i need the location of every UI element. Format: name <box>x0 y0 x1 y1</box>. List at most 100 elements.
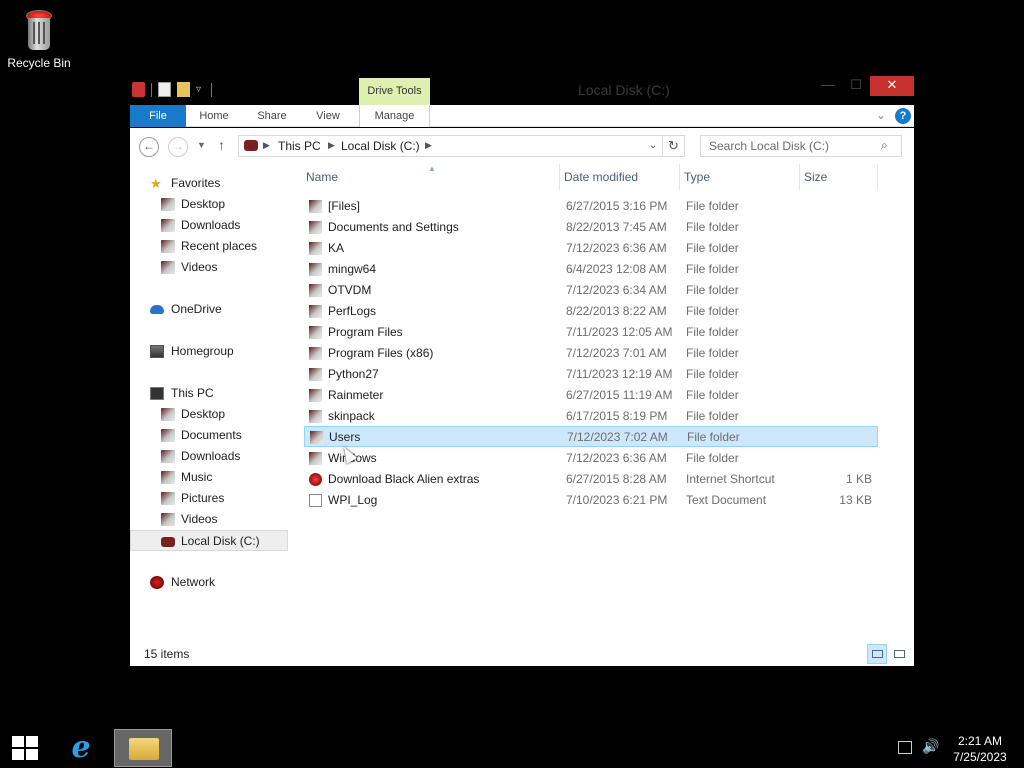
breadcrumb-separator-icon[interactable]: ▶ <box>425 140 432 151</box>
forward-button[interactable]: → <box>168 137 188 157</box>
computer-icon <box>150 387 164 400</box>
refresh-button[interactable]: ↻ <box>663 135 685 157</box>
nav-label: Videos <box>181 260 218 274</box>
tab-home[interactable]: Home <box>192 105 236 127</box>
file-row[interactable]: Download Black Alien extras 6/27/2015 8:… <box>304 469 878 490</box>
desktop-folder-icon <box>161 408 175 421</box>
file-row[interactable]: OTVDM 7/12/2023 6:34 AM File folder <box>304 280 878 301</box>
large-icons-view-button[interactable] <box>889 644 909 664</box>
file-type: Internet Shortcut <box>686 472 775 486</box>
maximize-button[interactable]: ☐ <box>842 76 870 96</box>
column-label: Name <box>306 170 339 184</box>
tab-file[interactable]: File <box>130 105 186 127</box>
nav-this-pc-desktop[interactable]: Desktop <box>130 404 288 425</box>
window-menu-icon[interactable] <box>132 82 145 97</box>
search-icon[interactable]: ⌕ <box>881 138 888 153</box>
item-count: 15 items <box>144 647 190 661</box>
close-button[interactable]: ✕ <box>870 76 914 96</box>
file-date: 6/27/2015 11:19 AM <box>566 388 673 402</box>
nav-this-pc-downloads[interactable]: Downloads <box>130 446 288 467</box>
file-name: KA <box>328 241 345 255</box>
address-dropdown-icon[interactable]: ⌄ <box>649 140 657 151</box>
column-header-size[interactable]: Size <box>800 164 878 190</box>
column-header-type[interactable]: Type <box>680 164 800 190</box>
nav-label: Desktop <box>181 197 226 211</box>
nav-this-pc-documents[interactable]: Documents <box>130 425 288 446</box>
file-row[interactable]: Rainmeter 6/27/2015 11:19 AM File folder <box>304 385 878 406</box>
folder-icon <box>309 221 322 234</box>
network-tray-icon[interactable] <box>898 741 912 754</box>
minimize-button[interactable]: — <box>814 76 842 96</box>
nav-label: Local Disk (C:) <box>181 534 260 548</box>
file-row[interactable]: [Files] 6/27/2015 3:16 PM File folder <box>304 196 878 217</box>
nav-label: Music <box>181 470 213 484</box>
file-type: File folder <box>686 388 739 402</box>
file-row[interactable]: Python27 7/11/2023 12:19 AM File folder <box>304 364 878 385</box>
nav-this-pc[interactable]: This PC <box>130 383 288 404</box>
nav-favorites-desktop[interactable]: Desktop <box>130 194 288 215</box>
recent-locations-dropdown-icon[interactable]: ▼ <box>197 140 206 150</box>
quick-access-toolbar: ▿ <box>132 82 212 97</box>
file-row[interactable]: skinpack 6/17/2015 8:19 PM File folder <box>304 406 878 427</box>
nav-favorites[interactable]: ★ Favorites <box>130 173 288 194</box>
folder-icon <box>309 326 322 339</box>
back-button[interactable]: ← <box>139 137 159 157</box>
file-row[interactable]: mingw64 6/4/2023 12:08 AM File folder <box>304 259 878 280</box>
properties-icon[interactable] <box>158 82 171 97</box>
nav-label: Homegroup <box>171 344 234 358</box>
address-bar[interactable]: ▶ This PC ▶ Local Disk (C:) ▶ ⌄ <box>238 135 663 157</box>
file-row[interactable]: Windows 7/12/2023 6:36 AM File folder <box>304 448 878 469</box>
nav-favorites-recent-places[interactable]: Recent places <box>130 236 288 257</box>
new-folder-icon[interactable] <box>177 82 190 97</box>
file-type: Text Document <box>686 493 767 507</box>
file-row[interactable]: Program Files 7/11/2023 12:05 AM File fo… <box>304 322 878 343</box>
breadcrumb-separator-icon[interactable]: ▶ <box>328 140 335 151</box>
file-row[interactable]: Documents and Settings 8/22/2013 7:45 AM… <box>304 217 878 238</box>
file-type: File folder <box>686 199 739 213</box>
recycle-bin-shortcut[interactable]: Recycle Bin <box>4 8 74 70</box>
file-explorer-taskbar-button[interactable] <box>114 729 172 767</box>
expand-ribbon-chevron-icon[interactable]: ⌄ <box>876 108 886 122</box>
system-clock[interactable]: 2:21 AM 7/25/2023 <box>946 733 1014 765</box>
tab-view[interactable]: View <box>306 105 350 127</box>
downloads-folder-icon <box>161 450 175 463</box>
file-row-selected[interactable]: Users 7/12/2023 7:02 AM File folder <box>304 426 878 447</box>
folder-icon <box>309 368 322 381</box>
nav-network[interactable]: Network <box>130 572 288 593</box>
nav-favorites-downloads[interactable]: Downloads <box>130 215 288 236</box>
tab-share[interactable]: Share <box>250 105 294 127</box>
start-button[interactable] <box>12 736 38 760</box>
file-row[interactable]: KA 7/12/2023 6:36 AM File folder <box>304 238 878 259</box>
file-row[interactable]: Program Files (x86) 7/12/2023 7:01 AM Fi… <box>304 343 878 364</box>
breadcrumb-local-disk[interactable]: Local Disk (C:) <box>341 139 420 153</box>
nav-this-pc-music[interactable]: Music <box>130 467 288 488</box>
file-date: 7/12/2023 7:01 AM <box>566 346 667 360</box>
internet-explorer-icon[interactable]: e <box>64 732 98 764</box>
file-date: 7/12/2023 6:36 AM <box>566 451 667 465</box>
nav-homegroup[interactable]: Homegroup <box>130 341 288 362</box>
videos-folder-icon <box>161 261 175 274</box>
recycle-bin-label: Recycle Bin <box>7 56 71 70</box>
tab-manage[interactable]: Manage <box>359 105 430 127</box>
file-row[interactable]: WPI_Log 7/10/2023 6:21 PM Text Document … <box>304 490 878 511</box>
column-header-date-modified[interactable]: Date modified <box>560 164 680 190</box>
up-button[interactable]: ↑ <box>218 137 225 153</box>
search-input[interactable] <box>701 136 877 156</box>
nav-this-pc-local-disk[interactable]: Local Disk (C:) <box>130 530 288 551</box>
details-view-button[interactable] <box>867 644 887 664</box>
customize-toolbar-chevron-icon[interactable]: ▿ <box>196 85 205 95</box>
title-bar[interactable]: ▿ Local Disk (C:) — ☐ ✕ <box>130 76 914 104</box>
nav-this-pc-pictures[interactable]: Pictures <box>130 488 288 509</box>
breadcrumb-this-pc[interactable]: This PC <box>278 139 321 153</box>
file-size: 13 KB <box>839 493 872 507</box>
help-icon[interactable]: ? <box>895 108 911 124</box>
nav-this-pc-videos[interactable]: Videos <box>130 509 288 530</box>
nav-favorites-videos[interactable]: Videos <box>130 257 288 278</box>
file-row[interactable]: PerfLogs 8/22/2013 8:22 AM File folder <box>304 301 878 322</box>
nav-onedrive[interactable]: OneDrive <box>130 299 288 320</box>
volume-icon[interactable]: 🔊 <box>922 738 939 755</box>
column-header-name[interactable]: Name ▲ <box>302 164 560 190</box>
file-date: 8/22/2013 7:45 AM <box>566 220 667 234</box>
search-box[interactable]: ⌕ <box>700 135 902 157</box>
breadcrumb-separator-icon[interactable]: ▶ <box>263 140 270 151</box>
